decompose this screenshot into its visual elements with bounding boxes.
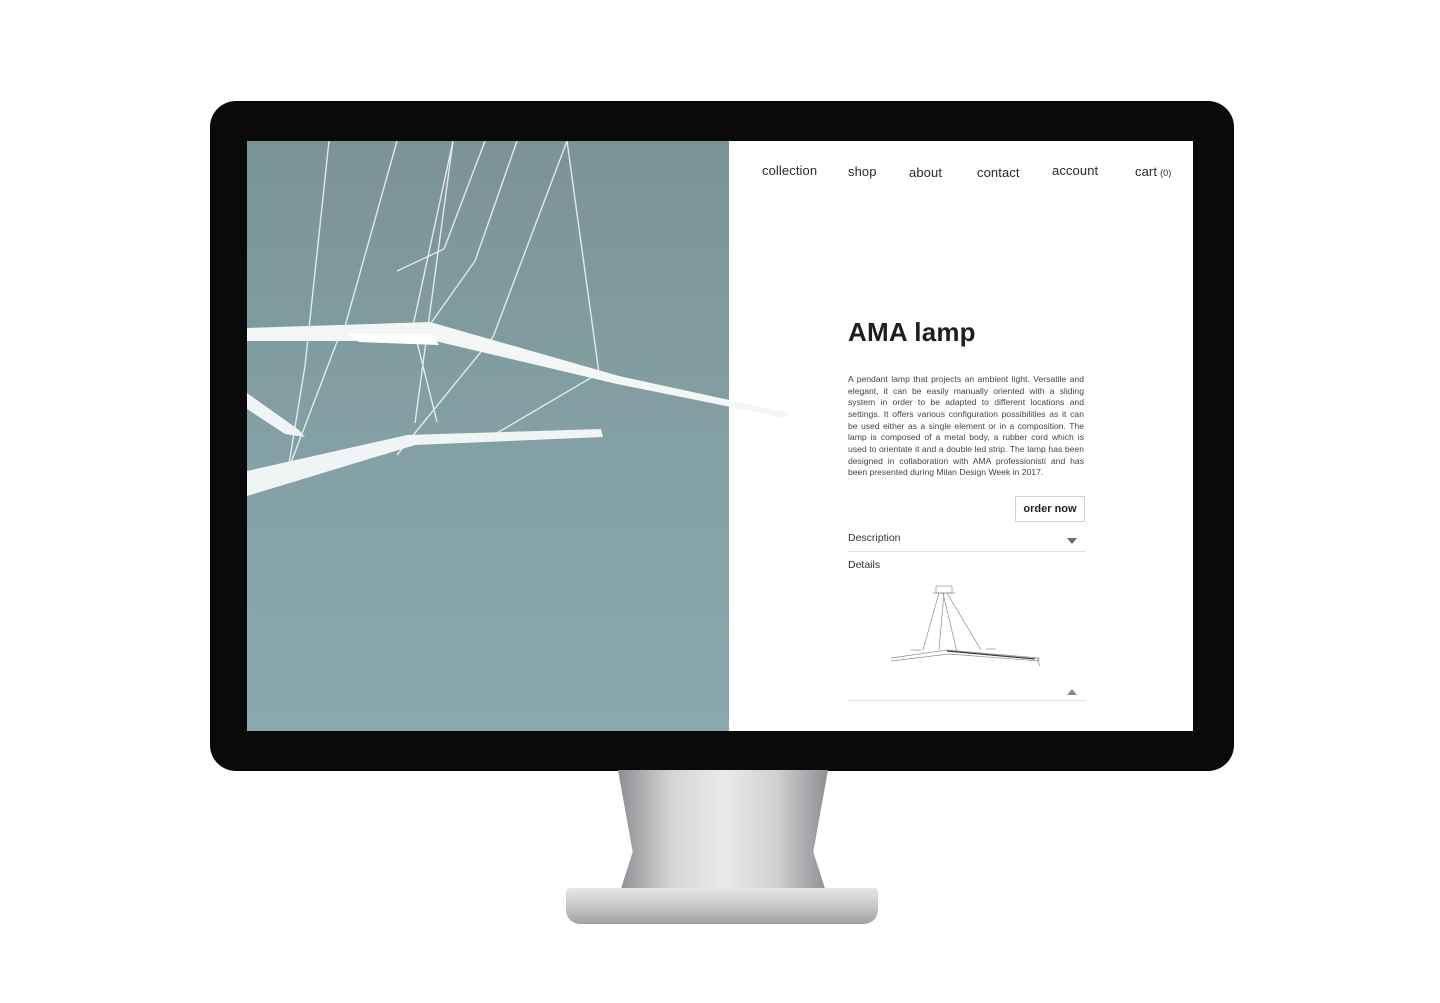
accordion-divider-bottom <box>848 700 1086 701</box>
caret-up-icon[interactable] <box>1067 689 1077 696</box>
product-title: AMA lamp <box>848 317 976 347</box>
nav-collection[interactable]: collection <box>762 163 817 178</box>
product-description: A pendant lamp that projects an ambient … <box>848 374 1084 478</box>
monitor-stand-base <box>566 888 878 924</box>
website-screen: collection shop about contact account ca… <box>247 141 1193 731</box>
nav-shop[interactable]: shop <box>848 164 877 179</box>
accordion-description-label[interactable]: Description <box>848 532 901 544</box>
accordion-details-label[interactable]: Details <box>848 559 880 571</box>
nav-about[interactable]: about <box>909 165 942 180</box>
cart-label: cart <box>1135 164 1158 179</box>
nav-contact[interactable]: contact <box>977 165 1020 180</box>
top-navigation: collection shop about contact account ca… <box>247 141 1193 201</box>
lamp-technical-drawing <box>890 585 1041 667</box>
accordion-divider <box>848 551 1086 552</box>
monitor-stand-neck <box>618 770 828 898</box>
nav-account[interactable]: account <box>1052 163 1098 178</box>
nav-cart[interactable]: cart (0) <box>1135 164 1171 179</box>
order-now-button[interactable]: order now <box>1015 496 1085 522</box>
caret-down-icon[interactable] <box>1067 538 1077 545</box>
cart-count: (0) <box>1160 168 1172 178</box>
